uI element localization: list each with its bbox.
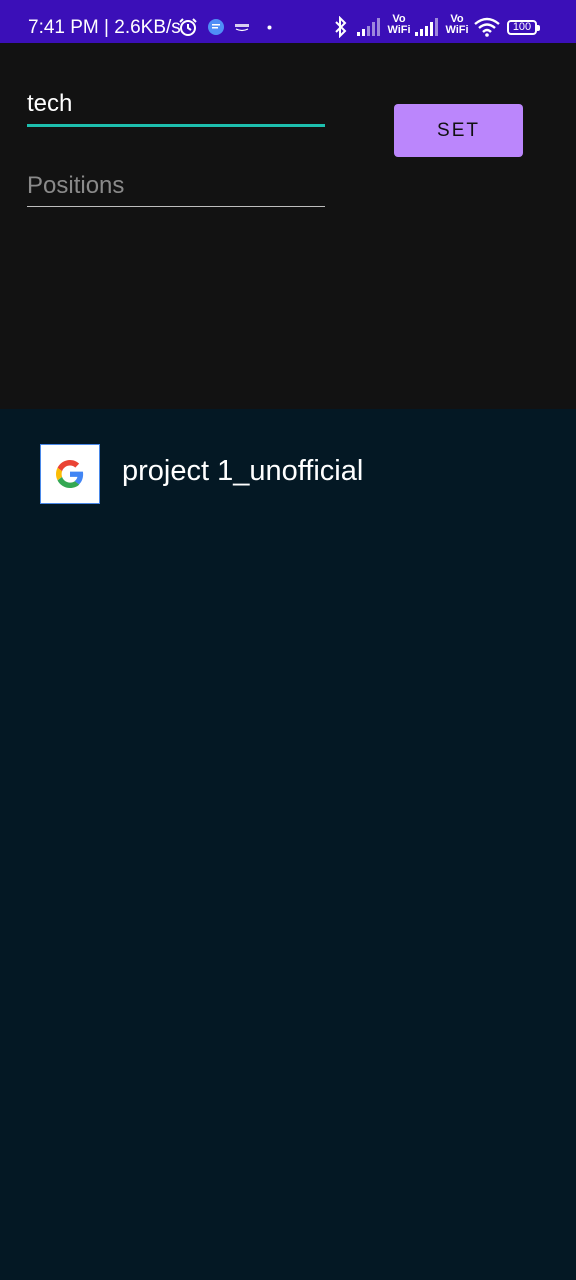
list-item-label: project 1_unofficial	[122, 455, 364, 487]
app-notification-icon	[235, 24, 249, 32]
vowifi-label: Vo WiFi	[387, 13, 411, 36]
status-time: 7:41 PM | 2.6KB/s	[28, 17, 181, 38]
set-button[interactable]: SET	[394, 104, 523, 157]
battery-indicator: 100	[507, 20, 540, 35]
signal-icon	[357, 18, 380, 36]
google-icon	[40, 444, 100, 504]
messages-icon	[208, 19, 224, 35]
tech-input[interactable]: tech	[27, 84, 325, 127]
status-bar: 7:41 PM | 2.6KB/s Vo WiFi Vo WiFi 100	[0, 0, 576, 43]
input-panel: tech Positions SET	[0, 43, 576, 409]
bluetooth-icon	[335, 16, 347, 38]
alarm-icon	[179, 18, 197, 36]
dot-icon	[267, 25, 272, 30]
vowifi-label: Vo WiFi	[445, 13, 469, 36]
list-item[interactable]: project 1_unofficial	[0, 409, 576, 539]
wifi-icon	[474, 17, 500, 37]
signal-icon	[415, 18, 438, 36]
positions-input[interactable]: Positions	[27, 166, 325, 207]
